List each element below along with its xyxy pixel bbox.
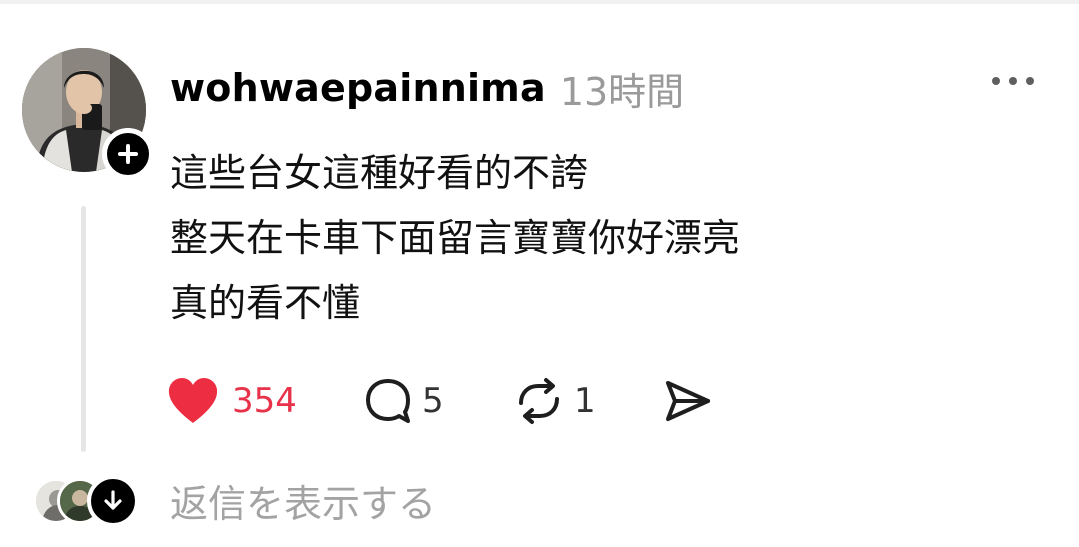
- post-body: 這些台女這種好看的不誇 整天在卡車下面留言寶寶你好漂亮 真的看不懂: [170, 141, 1010, 336]
- arrow-down-icon: [104, 490, 122, 510]
- comment-count: 5: [422, 381, 444, 421]
- share-button[interactable]: [662, 372, 722, 430]
- post-text-line: 整天在卡車下面留言寶寶你好漂亮: [170, 216, 741, 260]
- author-username[interactable]: wohwaepainnima: [170, 66, 546, 110]
- like-count: 354: [232, 381, 297, 421]
- post-text-line: 真的看不懂: [170, 281, 361, 325]
- show-replies-link[interactable]: 返信を表示する: [170, 476, 436, 532]
- comment-icon: [366, 379, 410, 423]
- more-horizontal-icon-dot: [1026, 77, 1034, 85]
- follow-button[interactable]: [102, 128, 154, 180]
- more-horizontal-icon-dot: [1009, 77, 1017, 85]
- heart-filled-icon: [168, 378, 218, 423]
- thread-line: [81, 206, 86, 452]
- post-timestamp: 13時間: [559, 69, 685, 114]
- more-options-button[interactable]: [988, 66, 1038, 96]
- top-divider: [0, 0, 1079, 4]
- post-header: wohwaepainnima 13時間: [170, 58, 684, 118]
- expand-replies-button[interactable]: [87, 475, 139, 527]
- more-horizontal-icon: [992, 77, 1000, 85]
- plus-icon: [118, 144, 138, 164]
- post-text-line: 這些台女這種好看的不誇: [170, 151, 589, 195]
- comment-button[interactable]: 5: [362, 372, 512, 430]
- post-actions: 354 5 1: [166, 372, 722, 430]
- repost-icon: [519, 378, 559, 424]
- like-button[interactable]: 354: [166, 372, 362, 430]
- send-icon: [666, 381, 710, 421]
- repost-count: 1: [574, 381, 596, 421]
- replier-avatars[interactable]: [33, 475, 143, 529]
- repost-button[interactable]: 1: [512, 372, 662, 430]
